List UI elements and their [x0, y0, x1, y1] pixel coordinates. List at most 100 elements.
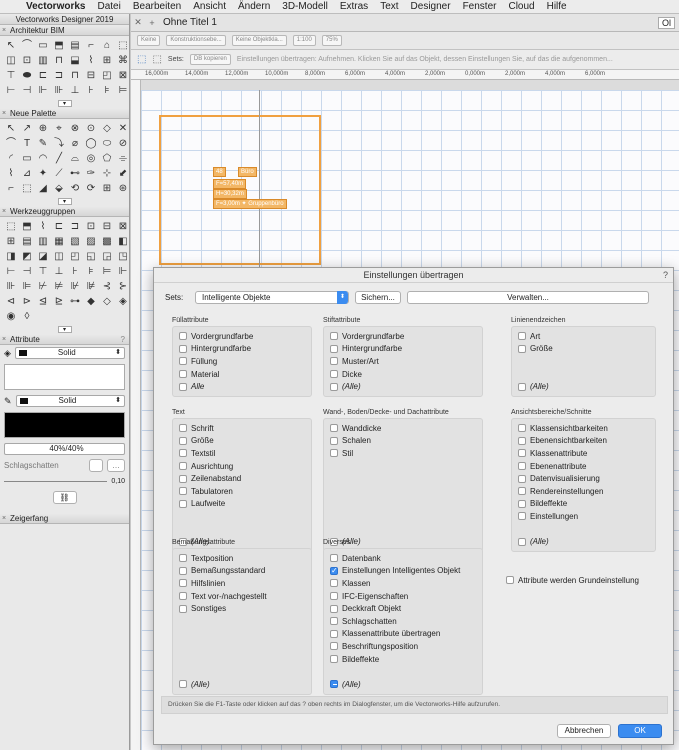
menu-ansicht[interactable]: Ansicht — [187, 1, 232, 12]
tool-icon[interactable]: ▤ — [20, 235, 34, 248]
tool-icon[interactable]: ◊ — [20, 310, 34, 323]
tool-icon[interactable]: ⊤ — [36, 265, 50, 278]
tool-icon[interactable]: ⌇ — [4, 167, 18, 180]
checkbox-item[interactable]: Größe — [518, 343, 649, 356]
checkbox-item[interactable]: Beschriftungsposition — [330, 640, 476, 653]
checkbox-box[interactable] — [518, 462, 526, 471]
tool-icon[interactable]: ⟲ — [68, 182, 82, 195]
checkbox-box[interactable] — [330, 424, 338, 433]
tool-icon[interactable]: ⊩ — [36, 84, 50, 97]
menu-3d-modell[interactable]: 3D-Modell — [276, 1, 334, 12]
tool-icon[interactable]: ⊿ — [20, 167, 34, 180]
menu-bearbeiten[interactable]: Bearbeiten — [127, 1, 187, 12]
checkbox-box[interactable] — [179, 554, 187, 563]
checkbox-item[interactable]: Material — [179, 368, 305, 381]
checkbox-box[interactable] — [518, 332, 526, 341]
checkbox-item[interactable]: (Alle) — [518, 535, 649, 548]
checkbox-item[interactable]: Zeilenabstand — [179, 472, 305, 485]
checkbox-item[interactable]: Hilfslinien — [179, 577, 305, 590]
checkbox-box[interactable] — [330, 566, 338, 575]
tool-icon[interactable]: ⊠ — [116, 220, 129, 233]
tool-icon[interactable]: ⊐ — [68, 220, 82, 233]
tool-icon[interactable]: ▭ — [36, 39, 50, 52]
menu-designer[interactable]: Designer — [405, 1, 457, 12]
menu-extras[interactable]: Extras — [334, 1, 374, 12]
tool-icon[interactable]: ⌓ — [68, 152, 82, 165]
tool-icon[interactable]: ⊭ — [52, 280, 66, 293]
tool-icon[interactable]: ⌇ — [84, 54, 98, 67]
checkbox-box[interactable] — [179, 424, 187, 433]
checkbox-box[interactable] — [330, 592, 338, 601]
checkbox-item[interactable]: Datenbank — [330, 552, 476, 565]
fill-style-select[interactable]: Solid ⬍ — [14, 347, 125, 359]
tool-icon[interactable]: ⊱ — [116, 280, 129, 293]
menu-cloud[interactable]: Cloud — [502, 1, 540, 12]
checkbox-box[interactable] — [506, 576, 514, 585]
tool-icon[interactable]: ⌇ — [36, 220, 50, 233]
tool-icon[interactable]: ⊳ — [20, 295, 34, 308]
tool-icon[interactable]: ⊩ — [116, 265, 129, 278]
tool-icon[interactable]: ⊪ — [4, 280, 18, 293]
checkbox-box[interactable] — [330, 642, 338, 651]
tool-icon[interactable]: ⊧ — [84, 265, 98, 278]
checkbox-item[interactable]: Vordergrundfarbe — [179, 330, 305, 343]
checkbox-box[interactable] — [518, 382, 526, 391]
shadow-toggle[interactable] — [89, 458, 103, 472]
checkbox-box[interactable] — [330, 604, 338, 613]
checkbox-box[interactable] — [179, 566, 187, 575]
tool-icon[interactable]: ⊮ — [68, 280, 82, 293]
checkbox-item[interactable]: Einstellungen Intelligentes Objekt — [330, 565, 476, 578]
checkbox-item[interactable]: Ebenensichtbarkeiten — [518, 435, 649, 448]
menu-datei[interactable]: Datei — [91, 1, 126, 12]
checkbox-box[interactable] — [179, 382, 187, 391]
tool-icon[interactable]: ◠ — [36, 152, 50, 165]
tool-icon[interactable]: ⬓ — [68, 54, 82, 67]
checkbox-item[interactable]: Schalen — [330, 435, 476, 448]
tool-icon[interactable]: ⊯ — [84, 280, 98, 293]
checkbox-box[interactable] — [518, 499, 526, 508]
tool-icon[interactable]: ╱ — [52, 152, 66, 165]
tool-icon[interactable]: ⌂ — [100, 39, 114, 52]
tool-icon[interactable]: ▨ — [84, 235, 98, 248]
tool-icon[interactable]: ⟋ — [52, 167, 66, 180]
checkbox-item[interactable]: Bemaßungsstandard — [179, 565, 305, 578]
tool-icon[interactable]: ⌒ — [20, 39, 34, 52]
tool-icon[interactable]: ⊨ — [100, 265, 114, 278]
checkbox-box[interactable] — [179, 592, 187, 601]
checkbox-box[interactable] — [179, 499, 187, 508]
tool-icon[interactable]: ◆ — [84, 295, 98, 308]
shadow-more-button[interactable]: … — [107, 458, 125, 472]
tool-icon[interactable]: ⊘ — [116, 137, 129, 150]
close-icon[interactable]: × — [2, 25, 6, 35]
tool-icon[interactable]: ⊲ — [4, 295, 18, 308]
help-icon[interactable]: ? — [121, 334, 125, 344]
checkbox-item[interactable]: Deckkraft Objekt — [330, 602, 476, 615]
tool-icon[interactable]: ◇ — [100, 295, 114, 308]
checkbox-box[interactable] — [330, 680, 338, 689]
checkbox-box[interactable] — [330, 617, 338, 626]
tool-icon[interactable]: ⊥ — [68, 84, 82, 97]
tool-icon[interactable]: ⊓ — [68, 69, 82, 82]
checkbox-item[interactable]: Füllung — [179, 355, 305, 368]
menu-app[interactable]: Vectorworks — [20, 1, 91, 12]
checkbox-box[interactable] — [179, 487, 187, 496]
checkbox-box[interactable] — [518, 436, 526, 445]
menu-text[interactable]: Text — [374, 1, 404, 12]
tool-icon[interactable]: ⊥ — [52, 265, 66, 278]
tool-icon[interactable]: ⬚ — [20, 182, 34, 195]
tool-icon[interactable]: ◨ — [4, 250, 18, 263]
tool-icon[interactable]: ⊗ — [68, 122, 82, 135]
tool-icon[interactable]: ↖ — [4, 39, 18, 52]
checkbox-item[interactable]: Rendereinstellungen — [518, 485, 649, 498]
checkbox-box[interactable] — [518, 449, 526, 458]
checkbox-item[interactable]: Vordergrundfarbe — [330, 330, 476, 343]
link-icon[interactable]: ⛓ — [52, 490, 77, 504]
tool-icon[interactable]: ⬋ — [116, 167, 129, 180]
view-select-2[interactable]: Konstruktionsebe... — [166, 35, 226, 46]
checkbox-item[interactable]: Textposition — [179, 552, 305, 565]
chevron-down-icon[interactable]: ▾ — [57, 198, 72, 205]
ol-badge[interactable]: Ol — [658, 16, 675, 29]
tool-icon[interactable]: ⊡ — [84, 220, 98, 233]
tool-icon[interactable]: ⊞ — [100, 54, 114, 67]
checkbox-box[interactable] — [179, 462, 187, 471]
